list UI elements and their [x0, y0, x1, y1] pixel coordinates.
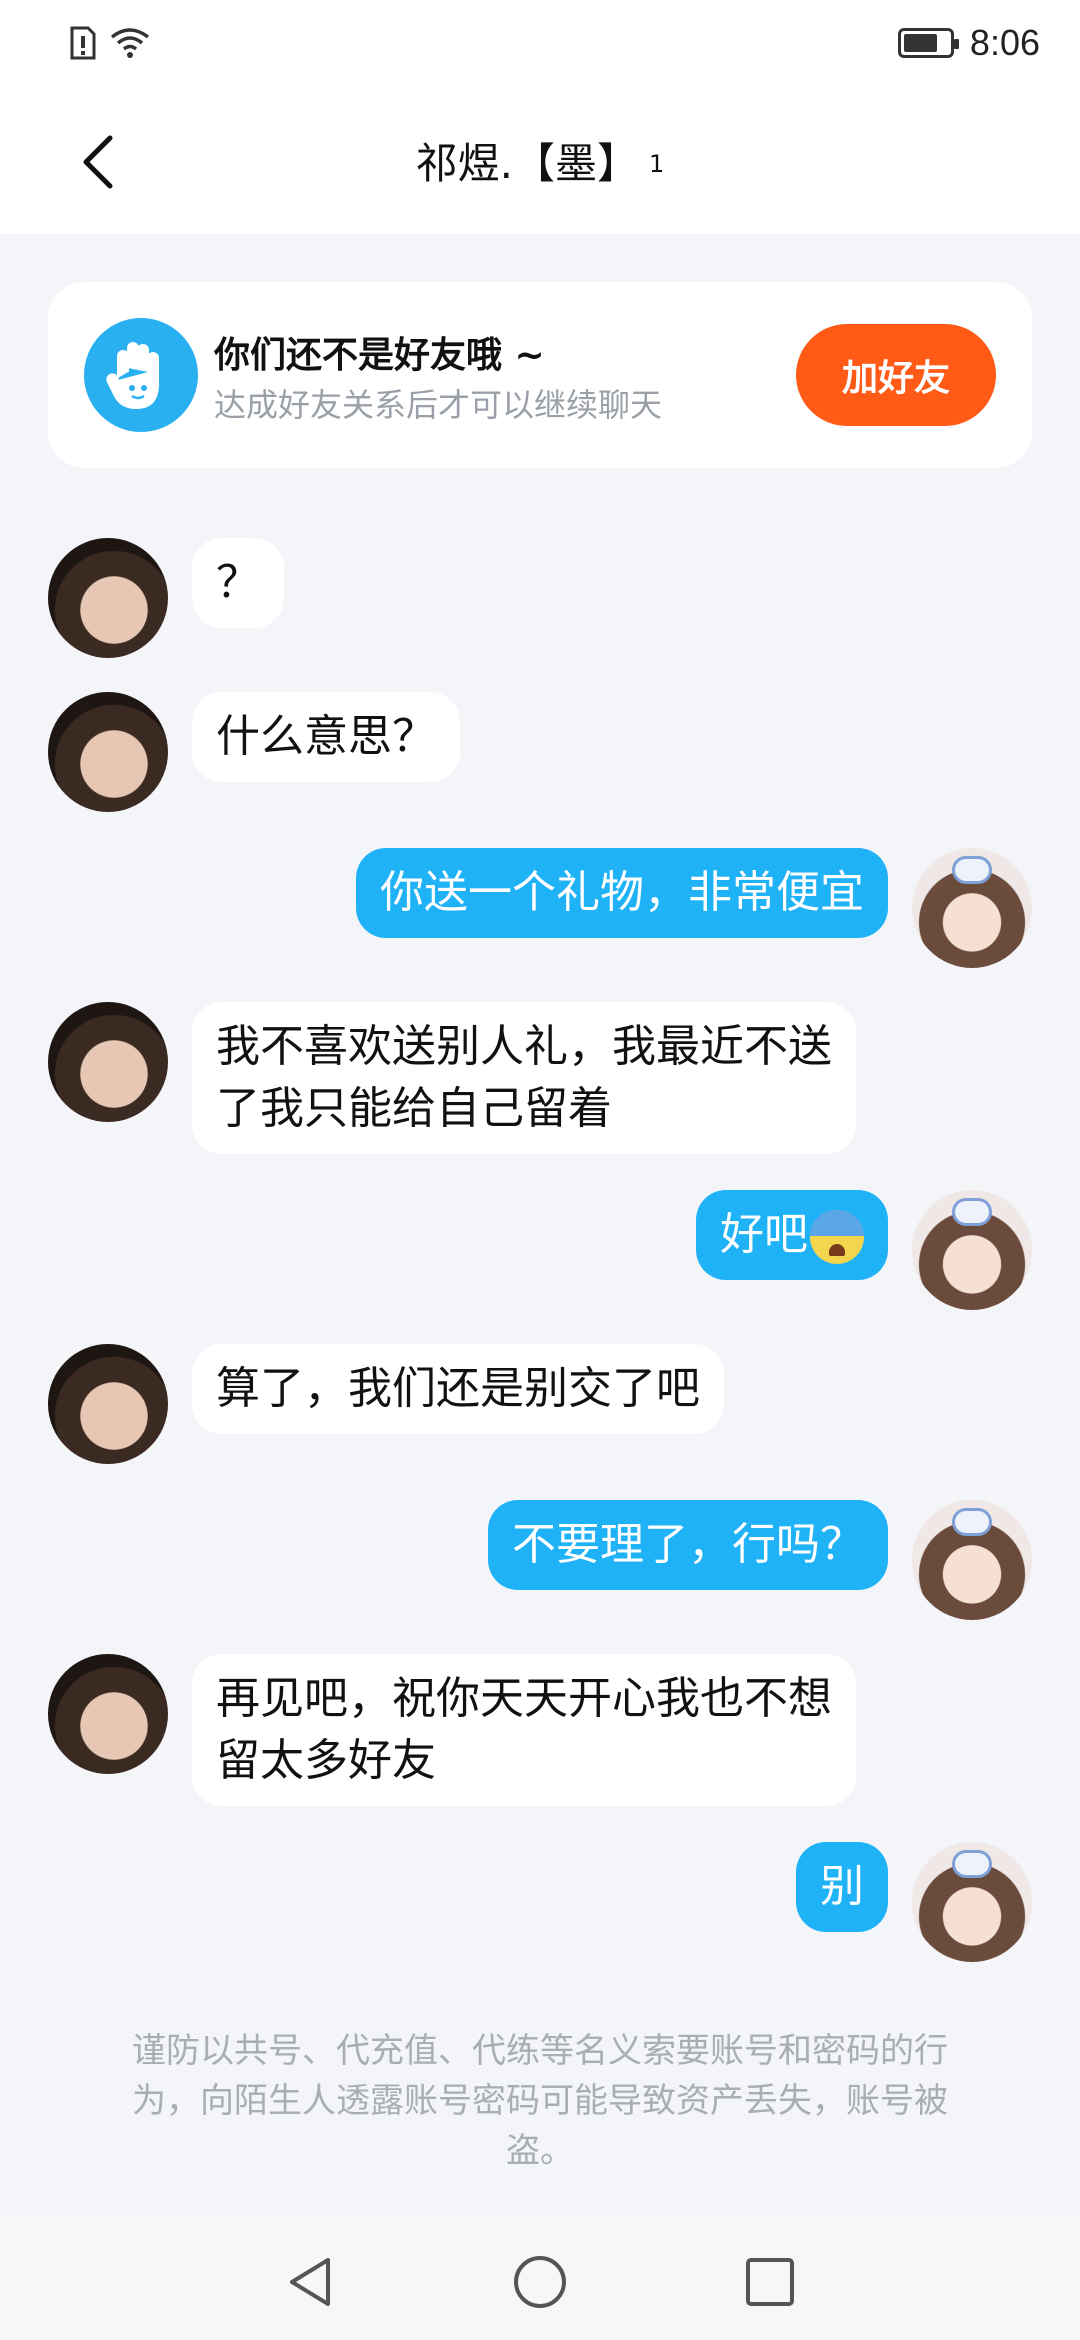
contact-avatar[interactable]: [48, 1344, 168, 1464]
message-bubble-received[interactable]: 再见吧，祝你天天开心我也不想 留太多好友: [192, 1654, 856, 1806]
contact-avatar[interactable]: [48, 692, 168, 812]
banner-subtitle: 达成好友关系后才可以继续聊天: [214, 386, 663, 424]
nav-back-button[interactable]: [280, 2252, 340, 2312]
message-bubble-sent[interactable]: 不要理了，行吗？: [488, 1500, 888, 1590]
not-friends-banner: 你们还不是好友哦 ~ 达成好友关系后才可以继续聊天 加好友: [48, 282, 1032, 468]
status-right: 8:06: [897, 22, 1040, 64]
avatar-bow: [952, 856, 992, 884]
my-avatar[interactable]: [912, 1500, 1032, 1620]
contact-avatar[interactable]: [48, 1002, 168, 1122]
chat-title-superscript: 1: [649, 149, 665, 178]
avatar-bow: [952, 1850, 992, 1878]
message-bubble-sent[interactable]: 别: [796, 1842, 888, 1932]
message-line: 留太多好友: [216, 1735, 436, 1786]
wifi-icon: [110, 28, 150, 58]
message-bubble-sent[interactable]: 你送一个礼物，非常便宜: [356, 848, 888, 938]
nav-recent-button[interactable]: [740, 2252, 800, 2312]
sim-alert-icon: [70, 26, 96, 60]
anxious-sweat-emoji-icon: [810, 1210, 864, 1264]
message-line: 再见吧，祝你天天开心我也不想: [216, 1673, 832, 1724]
chat-header: 祁煜.【墨】 1: [0, 90, 1080, 234]
message-line: 我不喜欢送别人礼，我最近不送: [216, 1021, 832, 1072]
waving-hand-icon: [84, 318, 198, 432]
message-bubble-received[interactable]: 什么意思？: [192, 692, 460, 782]
message-text: 好吧: [720, 1209, 808, 1260]
battery-level: [903, 34, 937, 52]
my-avatar[interactable]: [912, 848, 1032, 968]
chat-title[interactable]: 祁煜.【墨】: [416, 139, 639, 188]
message-bubble-sent[interactable]: 好吧: [696, 1190, 888, 1280]
message-bubble-received[interactable]: 我不喜欢送别人礼，我最近不送 了我只能给自己留着: [192, 1002, 856, 1154]
contact-avatar[interactable]: [48, 538, 168, 658]
nav-back-icon: [290, 2258, 330, 2306]
safety-notice: 谨防以共号、代充值、代练等名义索要账号和密码的行为，向陌生人透露账号密码可能导致…: [132, 2031, 948, 2171]
nav-home-icon: [514, 2256, 566, 2308]
nav-recent-icon: [746, 2258, 794, 2306]
system-nav-bar: [0, 2214, 1080, 2340]
nav-home-button[interactable]: [510, 2252, 570, 2312]
contact-avatar[interactable]: [48, 1654, 168, 1774]
message-bubble-received[interactable]: 算了，我们还是别交了吧: [192, 1344, 724, 1434]
avatar-bow: [952, 1198, 992, 1226]
status-left: [70, 26, 150, 60]
banner-title: 你们还不是好友哦 ~: [214, 335, 545, 376]
status-bar: 8:06: [0, 0, 1080, 90]
avatar-bow: [952, 1508, 992, 1536]
battery-icon: [897, 28, 959, 58]
chat-title-wrap: 祁煜.【墨】 1: [0, 130, 1080, 191]
add-friend-button[interactable]: 加好友: [796, 324, 996, 426]
message-line: 了我只能给自己留着: [216, 1083, 612, 1134]
message-bubble-received[interactable]: ？: [192, 538, 284, 628]
my-avatar[interactable]: [912, 1190, 1032, 1310]
status-time: 8:06: [969, 22, 1040, 63]
my-avatar[interactable]: [912, 1842, 1032, 1962]
